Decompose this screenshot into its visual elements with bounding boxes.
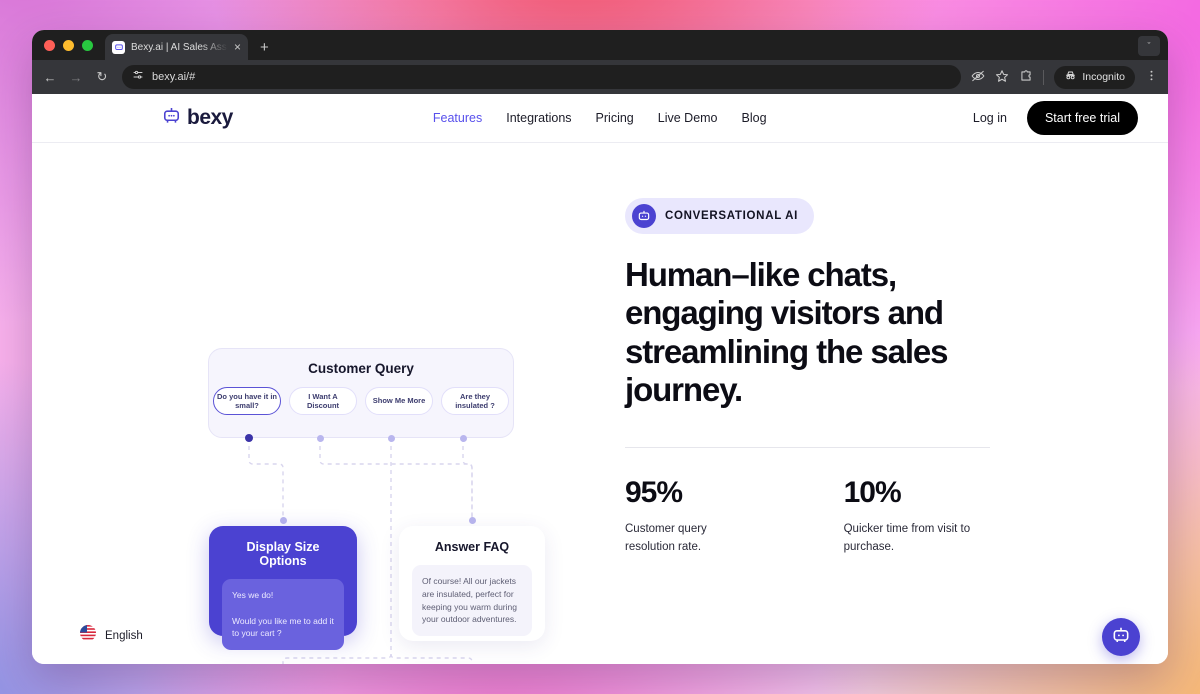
customer-query-box: Customer Query Do you have it in small? … <box>208 348 514 438</box>
card-title: Display Size Options <box>246 540 320 568</box>
profile-chip[interactable]: Incognito <box>1054 65 1135 89</box>
card-title: Answer FAQ <box>434 540 510 554</box>
eye-slash-icon[interactable] <box>971 69 985 86</box>
chat-widget-button[interactable] <box>1102 618 1140 656</box>
profile-label: Incognito <box>1082 71 1125 83</box>
nav-item-live-demo[interactable]: Live Demo <box>658 111 718 125</box>
browser-window: Bexy.ai | AI Sales Assistant fo × + ˇ ← … <box>32 30 1168 664</box>
nav-item-features[interactable]: Features <box>433 111 482 125</box>
incognito-icon <box>1064 69 1077 85</box>
close-icon[interactable]: × <box>234 41 241 53</box>
browser-tab-bar: Bexy.ai | AI Sales Assistant fo × + ˇ <box>32 30 1168 60</box>
stat-value: 95% <box>625 476 683 510</box>
tune-icon[interactable] <box>132 68 144 86</box>
site-logo[interactable]: bexy <box>162 106 233 130</box>
query-chip-size[interactable]: Do you have it in small? <box>213 387 281 415</box>
window-traffic-lights <box>44 30 105 60</box>
stats-row: 95% Customer query resolution rate. 10% … <box>625 476 992 557</box>
stat-value: 10% <box>843 476 902 510</box>
url-text: bexy.ai/# <box>152 71 196 83</box>
new-tab-button[interactable]: + <box>260 40 269 55</box>
web-page: bexy Features Integrations Pricing Live … <box>32 94 1168 664</box>
connector-dot-chip-2 <box>317 435 324 442</box>
query-chip-discount[interactable]: I Want A Discount <box>289 387 357 415</box>
hero-content: CONVERSATIONAL AI Human–like chats, enga… <box>592 198 992 664</box>
star-icon[interactable] <box>995 69 1009 86</box>
logo-text: bexy <box>187 106 233 129</box>
connector-dot-answer-faq <box>469 517 476 524</box>
page-title: Human–like chats, engaging visitors and … <box>625 256 949 408</box>
stat-label: Customer query resolution rate. <box>625 523 707 553</box>
language-label: English <box>105 629 143 642</box>
query-chip-show-more[interactable]: Show Me More <box>365 387 433 415</box>
connector-dot-display-size <box>280 517 287 524</box>
badge-label: CONVERSATIONAL AI <box>665 210 799 222</box>
forward-icon[interactable]: → <box>68 70 84 85</box>
chevron-down-icon[interactable]: ˇ <box>1138 36 1160 56</box>
divider <box>625 447 990 449</box>
bexy-bot-icon <box>632 204 656 228</box>
puzzle-icon[interactable] <box>1019 69 1033 86</box>
conversation-flow-diagram: Customer Query Do you have it in small? … <box>32 198 592 664</box>
toolbar-divider <box>1043 69 1045 85</box>
conversational-ai-badge: CONVERSATIONAL AI <box>625 198 815 234</box>
login-link[interactable]: Log in <box>973 111 1007 125</box>
minimize-window-button[interactable] <box>63 39 74 51</box>
card-body: Yes we do! Would you like me to add it t… <box>222 579 344 650</box>
browser-toolbar: ← → ↻ bexy.ai/# Incognito <box>32 60 1168 94</box>
stat-time-to-purchase: 10% Quicker time from visit to purchase. <box>844 476 992 557</box>
bexy-bot-icon <box>162 106 181 130</box>
back-icon[interactable]: ← <box>42 70 58 85</box>
reload-icon[interactable]: ↻ <box>94 69 110 85</box>
card-body: Of course! All our jackets are insulated… <box>412 565 532 636</box>
stat-resolution-rate: 95% Customer query resolution rate. <box>625 476 758 557</box>
close-window-button[interactable] <box>44 39 55 51</box>
browser-tab[interactable]: Bexy.ai | AI Sales Assistant fo × <box>105 34 248 60</box>
query-chip-list: Do you have it in small? I Want A Discou… <box>209 387 513 415</box>
hero-section: Customer Query Do you have it in small? … <box>32 143 1168 664</box>
card-display-size-options: Display Size Options Yes we do! Would yo… <box>209 526 357 650</box>
nav-item-blog[interactable]: Blog <box>742 111 767 125</box>
three-dots-icon[interactable] <box>1145 69 1158 85</box>
maximize-window-button[interactable] <box>82 39 93 51</box>
card-answer-faq: Answer FAQ Of course! All our jackets ar… <box>399 526 545 641</box>
us-flag-icon <box>80 625 96 646</box>
bexy-bot-icon <box>1111 625 1131 650</box>
stat-label: Quicker time from visit to purchase. <box>843 523 971 553</box>
address-bar[interactable]: bexy.ai/# <box>122 65 962 89</box>
connector-dot-chip-3 <box>388 435 395 442</box>
site-header: bexy Features Integrations Pricing Live … <box>32 94 1168 143</box>
nav-item-pricing[interactable]: Pricing <box>596 111 634 125</box>
browser-tab-title: Bexy.ai | AI Sales Assistant fo <box>131 41 228 53</box>
start-free-trial-button[interactable]: Start free trial <box>1026 101 1138 135</box>
connector-dot-chip-1 <box>245 434 253 442</box>
connector-dot-chip-4 <box>460 435 467 442</box>
header-actions: Log in Start free trial <box>973 101 1138 135</box>
customer-query-title: Customer Query <box>308 361 414 376</box>
bexy-bot-icon <box>112 40 125 54</box>
nav-item-integrations[interactable]: Integrations <box>506 111 571 125</box>
main-navigation: Features Integrations Pricing Live Demo … <box>433 111 767 125</box>
language-selector[interactable]: English <box>80 625 143 646</box>
query-chip-insulated[interactable]: Are they insulated ? <box>441 387 509 415</box>
